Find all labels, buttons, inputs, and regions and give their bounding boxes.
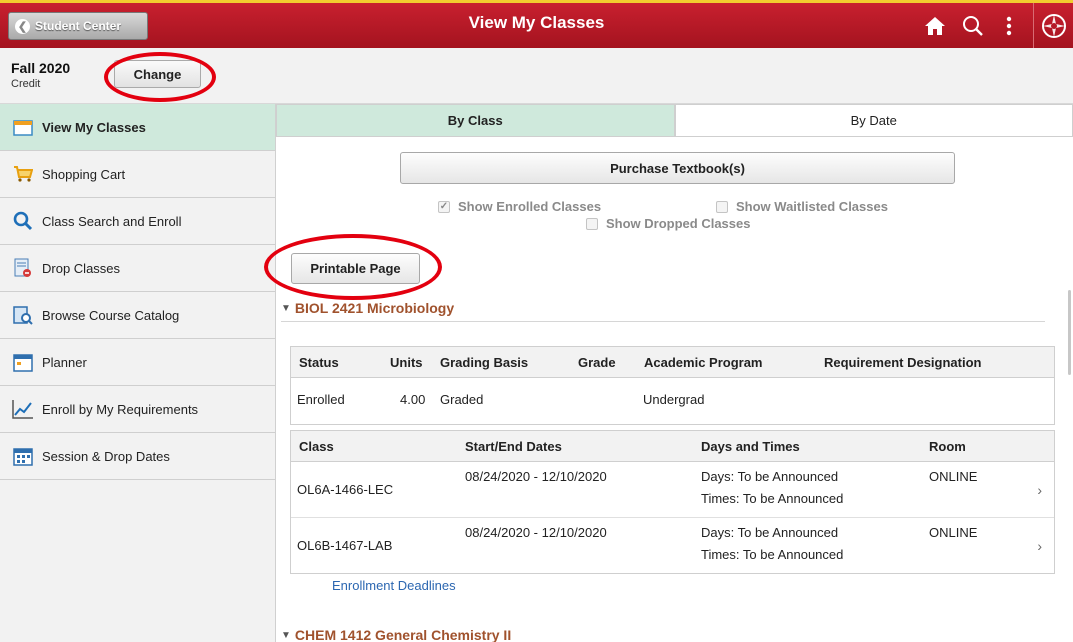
view-tabs: By Class By Date (276, 104, 1073, 137)
sidebar-item-label: View My Classes (42, 119, 146, 135)
show-waitlisted-label: Show Waitlisted Classes (736, 199, 888, 214)
checkbox-empty-icon (586, 217, 598, 230)
chevron-right-icon: › (1037, 538, 1042, 554)
sidebar: View My Classes Shopping Cart Class Sear… (0, 104, 276, 642)
column-header-academic-program: Academic Program (644, 355, 763, 370)
sidebar-item-label: Class Search and Enroll (42, 213, 182, 229)
class-times: Times: To be Announced (701, 547, 844, 562)
checkbox-empty-icon (716, 200, 728, 213)
chart-icon (12, 398, 34, 420)
term-career: Credit (11, 78, 41, 90)
class-days: Days: To be Announced (701, 469, 839, 484)
show-enrolled-checkbox[interactable]: ✓ Show Enrolled Classes (438, 199, 601, 214)
calendar-icon (12, 116, 34, 138)
term-name: Fall 2020 (11, 60, 71, 76)
column-header-dates: Start/End Dates (465, 439, 562, 454)
course-header[interactable]: ▼ BIOL 2421 Microbiology (281, 300, 454, 316)
search-icon (12, 210, 34, 232)
drop-icon (12, 257, 34, 279)
class-section: OL6B-1467-LAB (297, 538, 393, 553)
show-waitlisted-checkbox[interactable]: Show Waitlisted Classes (716, 199, 888, 214)
chevron-left-icon: ❮ (15, 18, 30, 34)
sidebar-item-planner[interactable]: Planner (0, 339, 275, 386)
navbar-compass-icon[interactable] (1033, 3, 1073, 48)
more-actions-icon[interactable] (994, 12, 1024, 40)
shopping-cart-icon (12, 163, 34, 185)
scrollbar[interactable] (1068, 290, 1071, 375)
column-header-days-times: Days and Times (701, 439, 800, 454)
student-center-back-button[interactable]: ❮ Student Center (8, 12, 148, 40)
units-value: 4.00 (400, 392, 426, 407)
term-bar: Fall 2020 Credit Change (0, 48, 1073, 104)
column-header-requirement: Requirement Designation (824, 355, 982, 370)
sidebar-item-drop-classes[interactable]: Drop Classes (0, 245, 275, 292)
printable-page-button[interactable]: Printable Page (291, 253, 420, 284)
tab-by-class[interactable]: By Class (276, 104, 675, 136)
course-summary-table: Status Units Grading Basis Grade Academi… (290, 346, 1055, 425)
show-enrolled-label: Show Enrolled Classes (458, 199, 602, 214)
class-days: Days: To be Announced (701, 525, 839, 540)
purchase-textbooks-button[interactable]: Purchase Textbook(s) (400, 152, 955, 184)
sidebar-item-label: Session & Drop Dates (42, 448, 170, 464)
home-icon[interactable] (920, 12, 950, 40)
collapse-triangle-icon: ▼ (281, 302, 291, 314)
course-header[interactable]: ▼ CHEM 1412 General Chemistry II (281, 627, 511, 642)
search-icon[interactable] (958, 12, 988, 40)
class-dates: 08/24/2020 - 12/10/2020 (465, 469, 607, 484)
sidebar-item-label: Enroll by My Requirements (42, 401, 199, 417)
grading-basis-value: Graded (440, 392, 484, 407)
class-room: ONLINE (929, 525, 978, 540)
chevron-right-icon: › (1037, 482, 1042, 498)
table-row[interactable]: OL6B-1467-LAB 08/24/2020 - 12/10/2020 Da… (291, 518, 1054, 574)
change-term-button[interactable]: Change (114, 60, 201, 88)
column-header-room: Room (929, 439, 966, 454)
course-title: BIOL 2421 Microbiology (294, 300, 455, 316)
planner-icon (12, 351, 34, 373)
column-header-units: Units (390, 355, 423, 370)
column-header-class: Class (299, 439, 334, 454)
catalog-icon (12, 304, 34, 326)
column-header-grade: Grade (578, 355, 616, 370)
page-title: View My Classes (468, 13, 605, 32)
sidebar-item-browse-catalog[interactable]: Browse Course Catalog (0, 292, 275, 339)
class-sections-table: Class Start/End Dates Days and Times Roo… (290, 430, 1055, 574)
sidebar-item-label: Browse Course Catalog (42, 307, 180, 323)
enrollment-deadlines-link[interactable]: Enrollment Deadlines (332, 578, 456, 593)
collapse-triangle-icon: ▼ (281, 629, 291, 641)
course-title: CHEM 1412 General Chemistry II (294, 627, 512, 642)
sidebar-item-label: Drop Classes (42, 260, 121, 276)
sidebar-item-shopping-cart[interactable]: Shopping Cart (0, 151, 275, 198)
tab-by-date[interactable]: By Date (674, 104, 1073, 136)
sidebar-item-label: Planner (42, 354, 87, 370)
sidebar-item-view-my-classes[interactable]: View My Classes (0, 104, 275, 151)
back-button-label: Student Center (35, 19, 122, 33)
column-header-grading-basis: Grading Basis (440, 355, 529, 370)
column-header-status: Status (299, 355, 339, 370)
class-dates: 08/24/2020 - 12/10/2020 (465, 525, 607, 540)
checkbox-checked-icon: ✓ (438, 200, 450, 213)
calendar-grid-icon (12, 445, 34, 467)
header-bar: ❮ Student Center View My Classes (0, 0, 1073, 48)
show-dropped-label: Show Dropped Classes (606, 216, 751, 231)
class-times: Times: To be Announced (701, 491, 844, 506)
class-room: ONLINE (929, 469, 978, 484)
class-section: OL6A-1466-LEC (297, 482, 394, 497)
academic-program-value: Undergrad (643, 392, 705, 407)
status-value: Enrolled (297, 392, 345, 407)
sidebar-item-session-drop-dates[interactable]: Session & Drop Dates (0, 433, 275, 480)
sidebar-item-enroll-requirements[interactable]: Enroll by My Requirements (0, 386, 275, 433)
sidebar-item-label: Shopping Cart (42, 166, 126, 182)
table-row[interactable]: OL6A-1466-LEC 08/24/2020 - 12/10/2020 Da… (291, 462, 1054, 518)
show-dropped-checkbox[interactable]: Show Dropped Classes (586, 216, 750, 231)
course-divider (281, 321, 1045, 322)
sidebar-item-class-search[interactable]: Class Search and Enroll (0, 198, 275, 245)
